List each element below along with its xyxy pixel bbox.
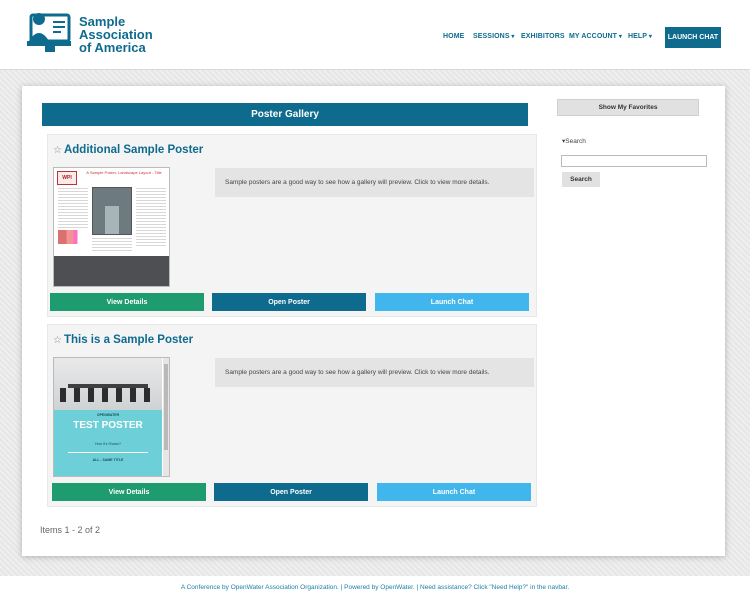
nav-home[interactable]: HOME — [443, 33, 464, 40]
nav-sessions[interactable]: SESSIONS — [473, 33, 514, 40]
site-header: Sample Association of America HOME SESSI… — [0, 0, 750, 70]
gallery-title: Poster Gallery — [42, 103, 528, 126]
search-toggle[interactable]: Search — [562, 137, 586, 145]
university-seal-icon: WPI — [57, 171, 77, 185]
thumbnail-title: A Sample Poster, Landscape Layout - Titl… — [86, 170, 162, 175]
thumbnail-scrollbar[interactable] — [163, 358, 169, 476]
view-details-button[interactable]: View Details — [52, 483, 206, 501]
thumbnail-footer — [54, 256, 169, 286]
brand-line-3: of America — [79, 40, 146, 55]
thumbnail-subtitle: How It's Shown? — [95, 442, 121, 446]
poster-thumbnail[interactable]: OPENWATER TEST POSTER How It's Shown? AL… — [53, 357, 170, 477]
presenter-logo-icon[interactable] — [25, 9, 73, 55]
brand-name[interactable]: Sample Association of America — [79, 15, 153, 54]
launch-chat-button[interactable]: Launch Chat — [377, 483, 531, 501]
building-photo — [92, 187, 132, 235]
text-lines — [136, 188, 166, 248]
poster-card: ☆ This is a Sample Poster OPENWATER TEST … — [47, 324, 537, 507]
poster-title-text: Additional Sample Poster — [63, 144, 204, 156]
main-panel: Poster Gallery ☆ Additional Sample Poster… — [22, 86, 725, 556]
thumbnail-footer: ALL - SAME TITLE — [92, 458, 124, 462]
items-count: Items 1 - 2 of 2 — [40, 525, 101, 535]
thumbnail-title: TEST POSTER — [73, 420, 143, 431]
text-lines — [92, 238, 132, 252]
conference-room-photo — [54, 358, 162, 410]
poster-title[interactable]: ☆ This is a Sample Poster — [53, 334, 193, 346]
search-button[interactable]: Search — [562, 172, 600, 187]
open-poster-button[interactable]: Open Poster — [214, 483, 368, 501]
poster-card: ☆ Additional Sample Poster WPI A Sample P… — [47, 134, 537, 317]
launch-chat-button[interactable]: Launch Chat — [375, 293, 529, 311]
star-icon[interactable]: ☆ — [53, 145, 62, 156]
thumbnail-brand: OPENWATER — [96, 413, 120, 417]
nav-exhibitors[interactable]: EXHIBITORS — [521, 33, 565, 40]
footer[interactable]: A Conference by OpenWater Association Or… — [0, 576, 750, 599]
poster-title[interactable]: ☆ Additional Sample Poster — [53, 144, 203, 156]
open-poster-button[interactable]: Open Poster — [212, 293, 366, 311]
divider — [68, 452, 148, 453]
text-lines — [58, 188, 88, 228]
nav-help[interactable]: HELP — [628, 33, 652, 40]
poster-page: WPI A Sample Poster, Landscape Layout - … — [54, 168, 169, 256]
launch-chat-nav-button[interactable]: LAUNCH CHAT — [665, 27, 721, 48]
nav-my-account[interactable]: MY ACCOUNT — [569, 33, 622, 40]
star-icon[interactable]: ☆ — [53, 335, 62, 346]
bar-graphic — [58, 230, 86, 244]
poster-description: Sample posters are a good way to see how… — [215, 358, 534, 387]
show-favorites-button[interactable]: Show My Favorites — [557, 99, 699, 116]
poster-title-text: This is a Sample Poster — [63, 334, 194, 346]
view-details-button[interactable]: View Details — [50, 293, 204, 311]
poster-thumbnail[interactable]: WPI A Sample Poster, Landscape Layout - … — [53, 167, 170, 287]
search-input[interactable] — [561, 155, 707, 167]
poster-description: Sample posters are a good way to see how… — [215, 168, 534, 197]
